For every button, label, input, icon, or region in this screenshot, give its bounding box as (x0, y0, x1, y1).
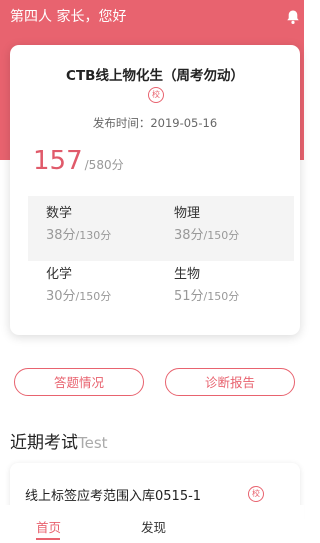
publish-date: 2019-05-16 (150, 116, 218, 130)
score-total: /580分 (84, 158, 124, 172)
school-tag: 校 (148, 87, 164, 103)
recent-title-en: Test (78, 434, 108, 452)
recent-title-cn: 近期考试 (10, 433, 78, 453)
exam-title: CTB线上物化生（周考勿动） (66, 68, 244, 84)
subject-score-value: 38分 (174, 228, 204, 243)
bell-icon[interactable] (285, 9, 301, 25)
subject-score-value: 51分 (174, 289, 204, 304)
greeting-text: 第四人 家长，您好 (10, 9, 127, 25)
total-score: 157/580分 (33, 145, 124, 181)
subject-score-total: /150分 (75, 290, 112, 303)
nav-active-indicator (36, 538, 60, 540)
score-value: 157 (33, 146, 83, 176)
school-tag: 校 (248, 486, 264, 502)
nav-home[interactable]: 首页 (36, 517, 61, 536)
subject-chemistry: 化学 30分/150分 (46, 266, 166, 306)
subject-name: 生物 (174, 267, 201, 282)
subject-name: 物理 (174, 206, 201, 221)
subject-name: 化学 (46, 267, 73, 282)
subject-score: 51分/150分 (174, 288, 294, 306)
subject-biology: 生物 51分/150分 (174, 266, 294, 306)
exam-name: 线上标签应考范围入库0515-1 (25, 489, 202, 504)
bottom-nav: 首页 发现 (0, 505, 304, 543)
publish-label: 发布时间： (92, 116, 151, 130)
answers-button[interactable]: 答题情况 (14, 368, 144, 396)
subject-score-value: 38分 (46, 228, 76, 243)
diagnosis-button[interactable]: 诊断报告 (165, 368, 295, 396)
subject-score: 38分/150分 (174, 227, 294, 245)
subject-grid: 数学 38分/130分 物理 38分/150分 化学 30分/150分 生物 5… (28, 196, 294, 326)
publish-time: 发布时间：2019-05-16 (10, 115, 300, 131)
subject-score-total: /150分 (203, 290, 240, 303)
subject-physics: 物理 38分/150分 (174, 205, 294, 245)
subject-name: 数学 (46, 206, 73, 221)
subject-score: 30分/150分 (46, 288, 166, 306)
subject-math: 数学 38分/130分 (46, 205, 166, 245)
nav-discover[interactable]: 发现 (141, 517, 166, 536)
subject-score-value: 30分 (46, 289, 76, 304)
exam-card[interactable]: CTB线上物化生（周考勿动） 校 发布时间：2019-05-16 157/580… (10, 45, 300, 335)
subject-score-total: /150分 (203, 229, 240, 242)
subject-score: 38分/130分 (46, 227, 166, 245)
subject-score-total: /130分 (75, 229, 112, 242)
recent-exams-title: 近期考试Test (10, 428, 108, 453)
